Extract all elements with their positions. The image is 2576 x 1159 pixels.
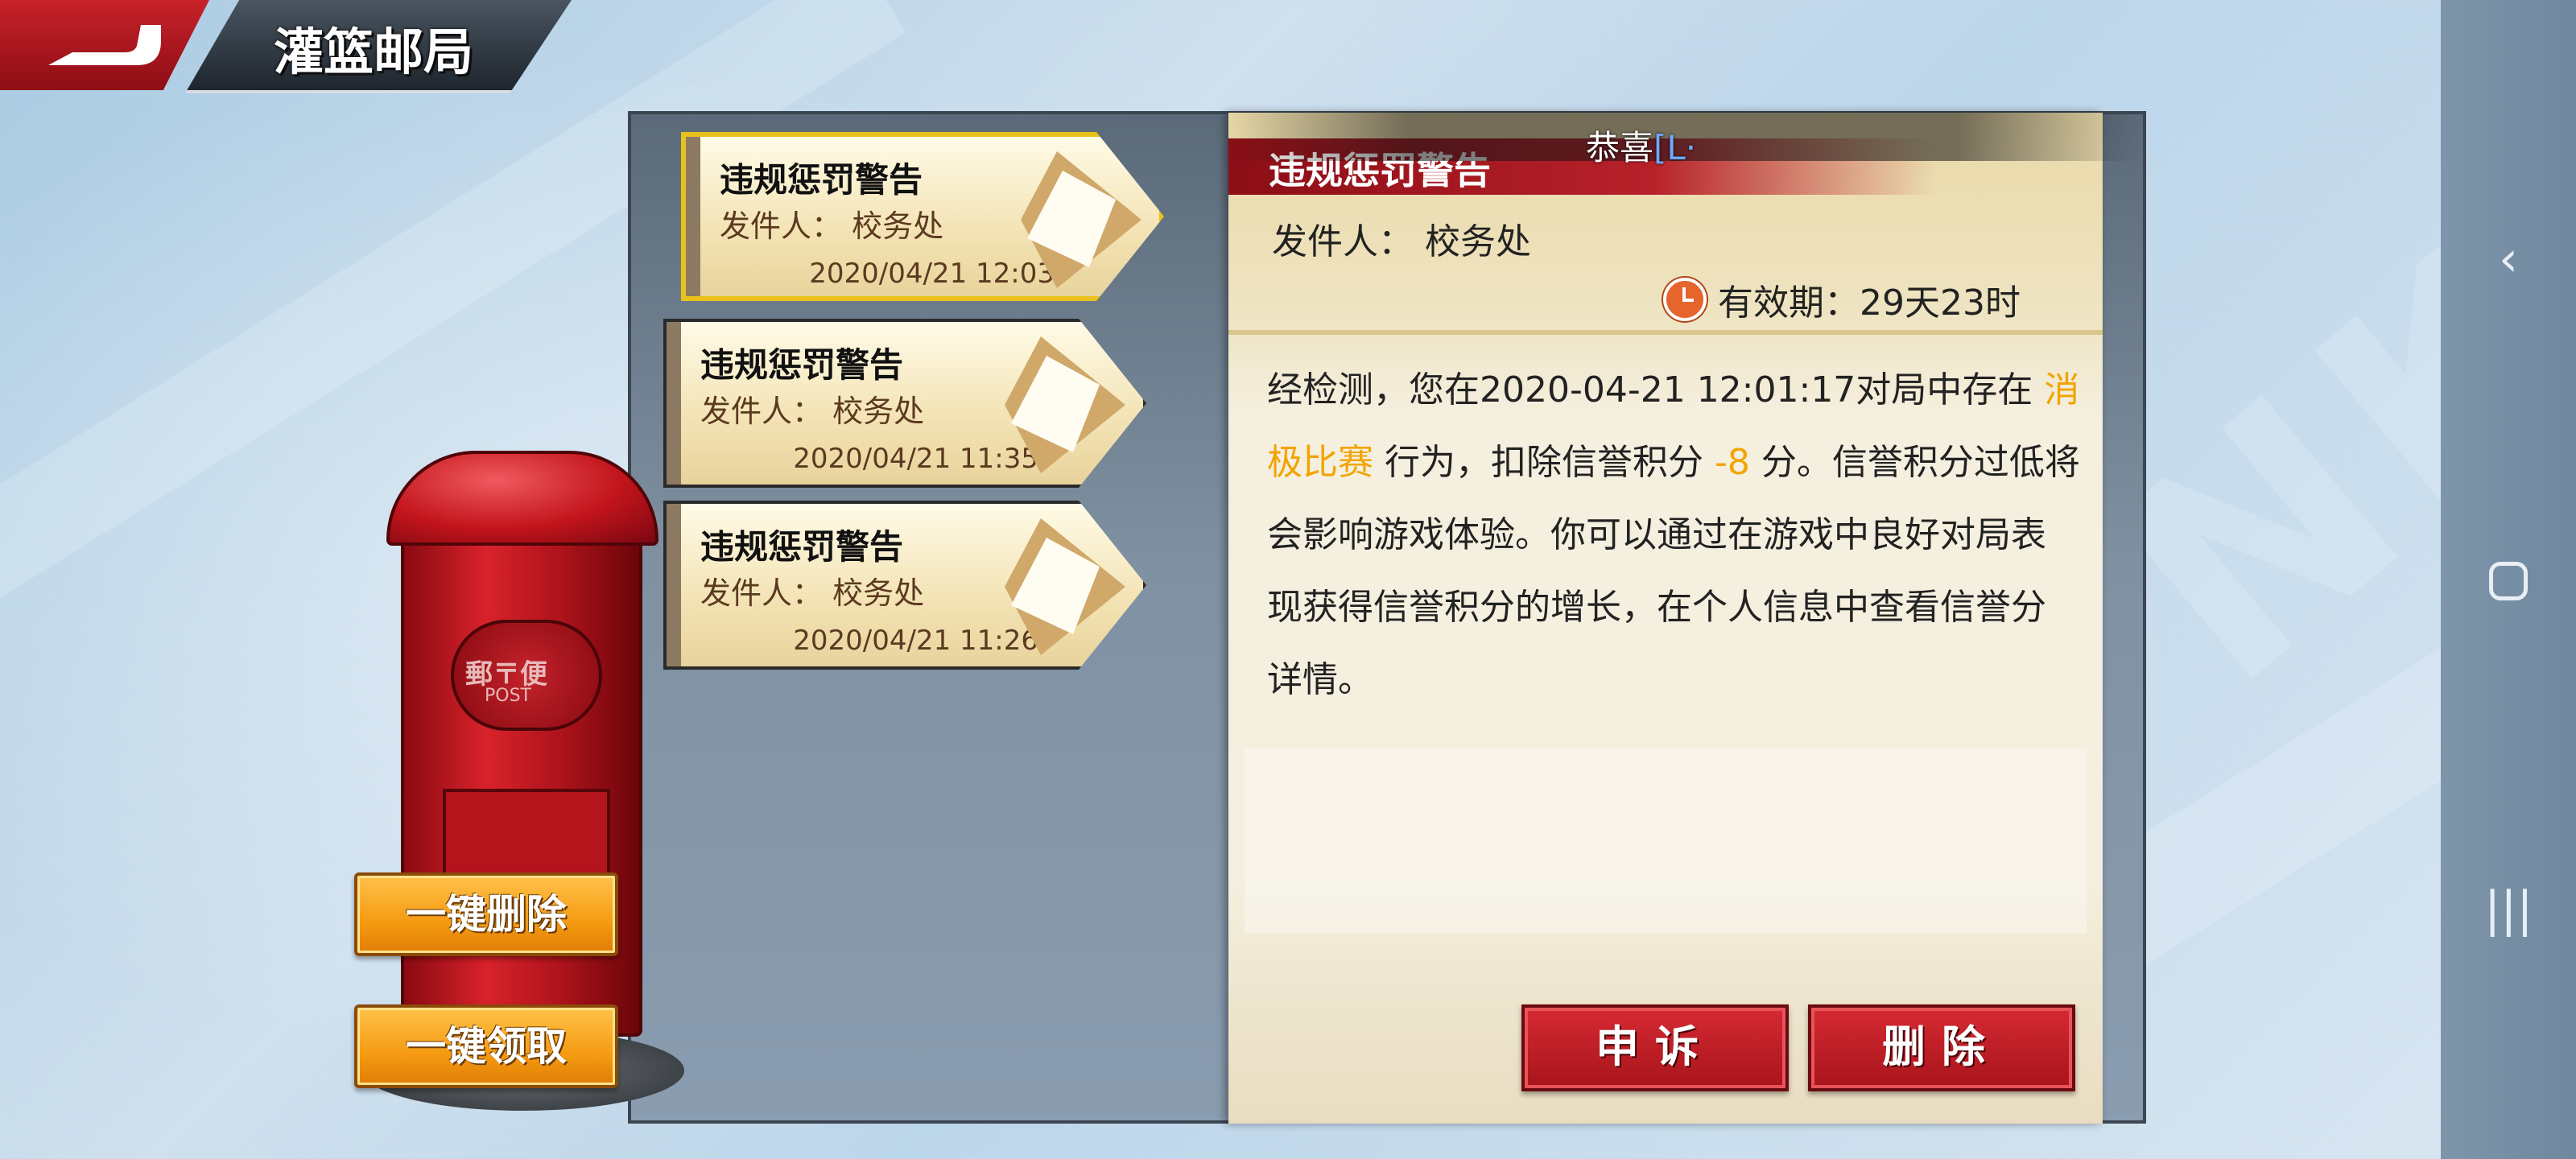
- mail-title: 违规惩罚警告: [700, 527, 904, 567]
- header-bar: 灌篮邮局: [0, 0, 580, 93]
- notification-extra: [L·: [1653, 128, 1697, 167]
- mail-date: 2020/04/21 12:03: [809, 258, 1055, 290]
- body-text: 行为，扣除信誉积分: [1373, 442, 1715, 483]
- mail-list-item[interactable]: 违规惩罚警告 发件人： 校务处 2020/04/21 11:26: [663, 501, 1146, 670]
- claim-all-button[interactable]: 一键领取: [354, 1004, 618, 1088]
- back-arrow-icon: [48, 25, 161, 65]
- mail-sender: 发件人： 校务处: [700, 575, 925, 611]
- system-nav-bar: ‹ |||: [2441, 0, 2576, 1159]
- clock-icon: [1663, 278, 1707, 321]
- appeal-button[interactable]: 申诉: [1521, 1004, 1789, 1091]
- page-title: 灌篮邮局: [274, 23, 474, 81]
- mail-body-text: 经检测，您在2020-04-21 12:01:17对局中存在 消极比赛 行为，扣…: [1267, 354, 2080, 716]
- attachment-area: [1245, 749, 2087, 934]
- notification-text: 恭喜[L·: [1586, 121, 1696, 170]
- back-button[interactable]: [0, 0, 209, 90]
- mailbox-body: [401, 531, 642, 1037]
- mail-sender: 发件人： 校务处: [720, 208, 944, 244]
- mail-detail-panel: 违规惩罚警告 发件人： 校务处 有效期：29天23时 经检测，您在2020-04…: [1228, 113, 2103, 1124]
- mail-title: 违规惩罚警告: [700, 345, 904, 385]
- mailbox-top: [386, 451, 658, 546]
- delete-button[interactable]: 删除: [1808, 1004, 2075, 1091]
- divider: [1228, 330, 2103, 335]
- delete-all-button[interactable]: 一键删除: [354, 872, 618, 956]
- mail-edge: [686, 137, 700, 296]
- mailbox-label-post: POST: [485, 686, 531, 706]
- nav-back-icon[interactable]: ‹: [2484, 235, 2533, 283]
- validity-text: 有效期：29天23时: [1718, 283, 2021, 324]
- nav-recents-icon[interactable]: |||: [2484, 885, 2533, 934]
- validity-period: 有效期：29天23时: [1663, 274, 2021, 325]
- detail-sender: 发件人： 校务处: [1272, 221, 1531, 262]
- mail-date: 2020/04/21 11:26: [793, 625, 1038, 657]
- nav-home-icon[interactable]: [2489, 562, 2528, 600]
- mail-edge: [667, 322, 681, 485]
- mail-list-item[interactable]: 违规惩罚警告 发件人： 校务处 2020/04/21 11:35: [663, 319, 1146, 488]
- mail-list-item[interactable]: 违规惩罚警告 发件人： 校务处 2020/04/21 12:03: [681, 132, 1164, 301]
- body-text: 经检测，您在2020-04-21 12:01:17对局中存在: [1267, 369, 2045, 410]
- mail-edge: [667, 504, 681, 666]
- mail-title: 违规惩罚警告: [720, 160, 923, 200]
- mail-sender: 发件人： 校务处: [700, 394, 925, 429]
- highlight-text: -8: [1714, 442, 1750, 483]
- mail-date: 2020/04/21 11:35: [793, 443, 1038, 475]
- notification-message: 恭喜: [1586, 128, 1654, 167]
